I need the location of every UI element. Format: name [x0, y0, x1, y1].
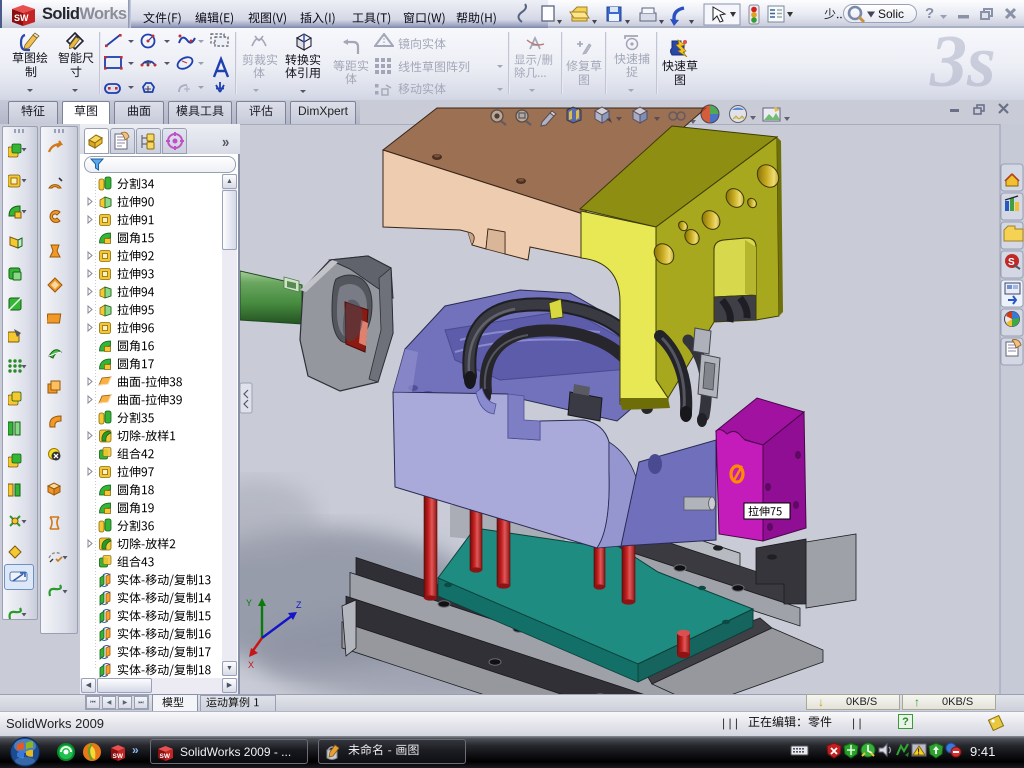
svg-text:SW: SW: [160, 753, 171, 760]
svg-text:Z: Z: [296, 600, 302, 610]
svg-text:S: S: [1008, 257, 1015, 268]
svg-text:SW: SW: [113, 753, 124, 760]
svg-text:!: !: [917, 748, 920, 757]
svg-text:»: »: [132, 743, 139, 757]
svg-text:Y: Y: [246, 598, 252, 608]
svg-text:X: X: [248, 660, 254, 670]
